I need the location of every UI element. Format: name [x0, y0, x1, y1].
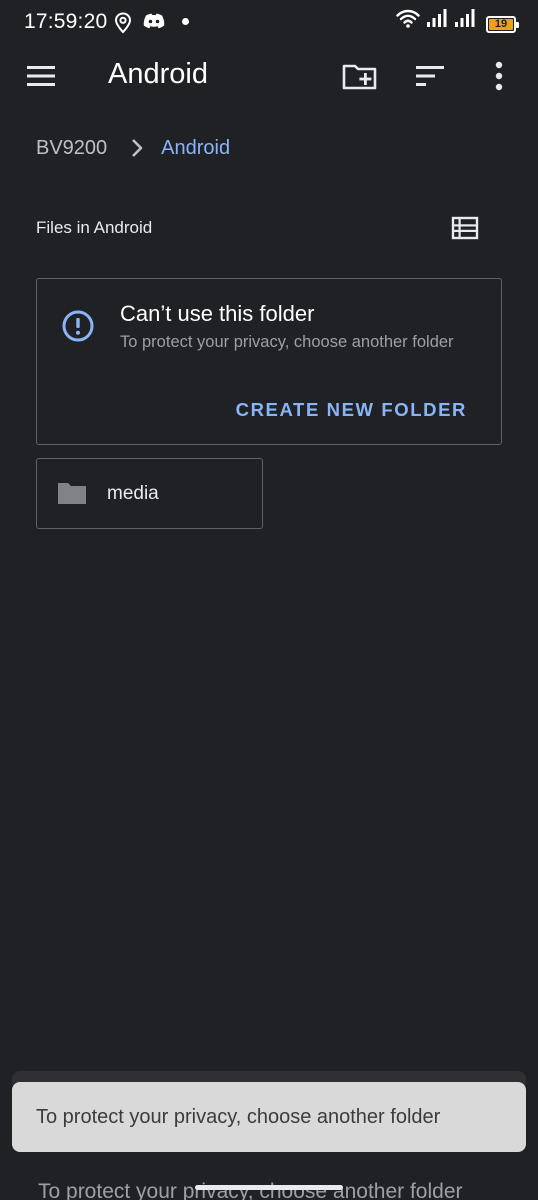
signal-icon	[426, 8, 448, 33]
wifi-icon	[396, 8, 420, 33]
battery-level: 19	[494, 18, 508, 30]
toast-message: To protect your privacy, choose another …	[36, 1106, 441, 1128]
gesture-navigation-bar[interactable]	[195, 1185, 343, 1190]
menu-button[interactable]	[24, 60, 60, 92]
sort-icon	[416, 66, 444, 86]
create-new-folder-button[interactable]: CREATE NEW FOLDER	[236, 399, 467, 421]
breadcrumb-root[interactable]: BV9200	[36, 137, 107, 160]
location-icon	[114, 12, 132, 39]
warning-card: Can’t use this folder To protect your pr…	[36, 278, 502, 445]
create-folder-icon	[342, 64, 377, 90]
chevron-right-icon	[131, 138, 143, 158]
new-folder-button[interactable]	[340, 58, 380, 94]
page-title: Android	[108, 58, 208, 90]
status-indicators: 19	[396, 8, 519, 33]
warning-description: To protect your privacy, choose another …	[120, 333, 454, 351]
menu-icon	[27, 66, 55, 86]
toast-ghost-text: To protect your privacy, choose another …	[38, 1180, 463, 1200]
status-bar: 17:59:20 19	[0, 0, 538, 44]
breadcrumb: BV9200 Android	[36, 134, 230, 162]
folder-name: media	[107, 483, 159, 504]
list-view-button[interactable]	[450, 214, 480, 242]
notification-dot	[182, 18, 189, 25]
discord-icon	[142, 12, 166, 37]
more-options-button[interactable]	[486, 58, 512, 94]
screen: 17:59:20 19 Android BV9200 Android Files…	[0, 0, 538, 1200]
info-alert-icon	[61, 309, 95, 348]
sort-button[interactable]	[412, 58, 448, 94]
folder-item[interactable]: media	[36, 458, 263, 529]
status-time: 17:59:20	[24, 10, 108, 33]
battery-icon: 19	[486, 16, 519, 33]
signal-icon-2	[454, 8, 476, 33]
toast: To protect your privacy, choose another …	[12, 1082, 526, 1152]
folder-icon	[56, 480, 88, 511]
app-bar: Android	[0, 44, 538, 108]
more-vert-icon	[495, 61, 503, 91]
section-title: Files in Android	[36, 218, 153, 237]
breadcrumb-current[interactable]: Android	[161, 137, 230, 160]
list-view-icon	[451, 216, 479, 240]
warning-title: Can’t use this folder	[120, 301, 315, 326]
